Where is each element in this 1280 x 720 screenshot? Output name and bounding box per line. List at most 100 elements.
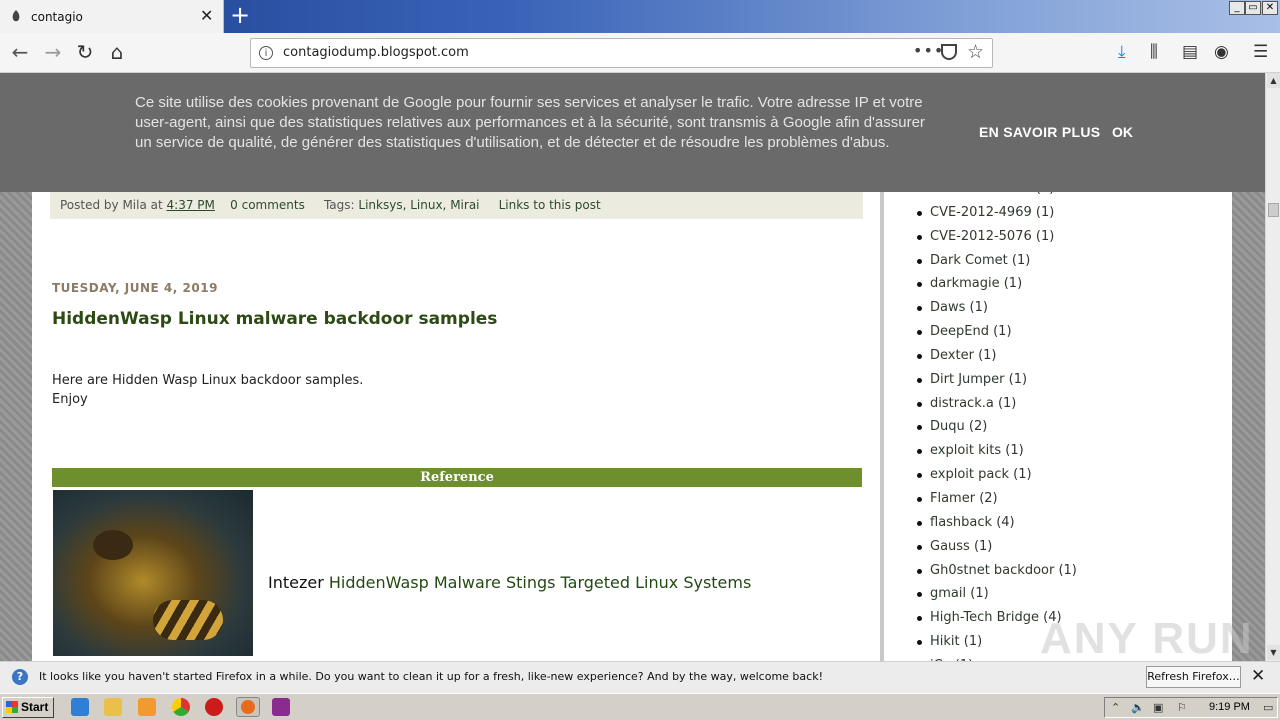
label-item: flashback (4) — [917, 511, 1077, 535]
tray-expand-icon[interactable]: ⌃ — [1111, 701, 1120, 714]
site-info-icon[interactable]: i — [259, 46, 273, 60]
bullet-icon — [917, 353, 922, 359]
label-link[interactable]: Flamer — [930, 491, 975, 506]
bullet-icon — [917, 282, 922, 288]
label-link[interactable]: CVE-2012-4969 — [930, 205, 1032, 220]
opera-icon[interactable] — [205, 698, 223, 716]
cookie-ok-button[interactable]: OK — [1112, 124, 1133, 140]
post-title[interactable]: HiddenWasp Linux malware backdoor sample… — [52, 309, 497, 329]
label-count: (1) — [997, 395, 1017, 411]
windows-logo-icon — [6, 701, 18, 713]
navigation-toolbar: ← → ↻ ⌂ i contagiodump.blogspot.com ••• … — [0, 33, 1280, 73]
tag-link[interactable]: Linksys, — [358, 198, 406, 212]
label-link[interactable]: darkmagie — [930, 276, 1000, 291]
notification-close-icon[interactable]: ✕ — [1251, 666, 1265, 686]
pocket-icon[interactable] — [941, 44, 957, 60]
library-icon[interactable]: ⫼ — [1150, 42, 1158, 62]
label-link[interactable]: Gauss — [930, 539, 970, 554]
reference-header: Reference — [52, 468, 862, 487]
label-link[interactable]: distrack.a — [930, 396, 994, 411]
menu-icon[interactable]: ☰ — [1253, 42, 1268, 62]
label-link[interactable]: Dark Comet — [930, 253, 1008, 268]
explorer-icon[interactable] — [104, 698, 122, 716]
label-link[interactable]: Duqu — [930, 419, 965, 434]
bullet-icon — [917, 592, 922, 598]
volume-icon[interactable]: 🔈 — [1131, 701, 1145, 714]
label-link[interactable]: Gh0stnet backdoor — [930, 563, 1054, 578]
url-bar[interactable]: i contagiodump.blogspot.com ••• ☆ — [250, 38, 993, 68]
back-icon[interactable]: ← — [9, 41, 31, 63]
label-item: Dirt Jumper (1) — [917, 368, 1077, 392]
winrar-icon[interactable] — [272, 698, 290, 716]
sidebar-toggle-icon[interactable]: ▤ — [1182, 42, 1198, 62]
bullet-icon — [917, 425, 922, 431]
tab-close-icon[interactable]: ✕ — [200, 6, 213, 25]
firefox-taskbar-button[interactable] — [236, 697, 260, 717]
bullet-icon — [917, 306, 922, 312]
label-link[interactable]: High-Tech Bridge — [930, 610, 1039, 625]
bullet-icon — [917, 520, 922, 526]
minimize-button[interactable]: _ — [1229, 1, 1245, 15]
reference-link[interactable]: HiddenWasp Malware Stings Targeted Linux… — [329, 573, 751, 592]
label-count: (1) — [1058, 562, 1077, 578]
chrome-icon[interactable] — [172, 698, 190, 716]
cookie-message: Ce site utilise des cookies provenant de… — [135, 94, 925, 151]
start-button[interactable]: Start — [2, 697, 54, 718]
label-link[interactable]: CVE-2012-5076 — [930, 229, 1032, 244]
scroll-down-icon[interactable]: ▼ — [1267, 645, 1280, 660]
media-player-icon[interactable] — [138, 698, 156, 716]
label-link[interactable]: Dexter — [930, 348, 974, 363]
label-count: (1) — [993, 324, 1012, 340]
label-count: (1) — [1008, 371, 1028, 387]
label-item: gmail (1) — [917, 582, 1077, 606]
learn-more-button[interactable]: EN SAVOIR PLUS — [979, 124, 1100, 140]
page-scrollbar[interactable]: ▲ ▼ — [1265, 73, 1280, 661]
labels-list: CVE-2012-4681 (1)CVE-2012-4969 (1)CVE-20… — [917, 177, 1077, 661]
new-tab-button[interactable]: + — [230, 3, 250, 27]
scroll-thumb[interactable] — [1268, 203, 1279, 217]
reference-source: Intezer — [268, 573, 324, 592]
browser-tab[interactable]: contagio ✕ — [0, 0, 224, 33]
label-link[interactable]: exploit kits — [930, 443, 1001, 458]
post-date: TUESDAY, JUNE 4, 2019 — [52, 281, 218, 295]
links-to-post[interactable]: Links to this post — [499, 198, 601, 212]
label-link[interactable]: Hikit — [930, 634, 960, 649]
home-icon[interactable]: ⌂ — [106, 41, 128, 63]
label-item: exploit pack (1) — [917, 463, 1077, 487]
refresh-firefox-button[interactable]: Refresh Firefox… — [1146, 666, 1241, 688]
label-count: (2) — [968, 419, 988, 435]
window-close-button[interactable]: ✕ — [1262, 1, 1278, 15]
label-item: distrack.a (1) — [917, 392, 1077, 416]
label-link[interactable]: exploit pack — [930, 467, 1009, 482]
start-label: Start — [21, 700, 49, 714]
show-desktop-icon[interactable]: ▭ — [1263, 701, 1273, 714]
label-link[interactable]: flashback — [930, 515, 992, 530]
tag-link[interactable]: Mirai — [450, 198, 479, 212]
comments-link[interactable]: 0 comments — [230, 198, 305, 212]
label-count: (1) — [1011, 252, 1031, 268]
bullet-icon — [917, 496, 922, 502]
label-link[interactable]: gmail — [930, 586, 966, 601]
account-icon[interactable]: ◉ — [1214, 42, 1229, 62]
network-icon[interactable]: ▣ — [1153, 701, 1163, 714]
maximize-button[interactable]: ▭ — [1245, 1, 1261, 15]
label-link[interactable]: Dirt Jumper — [930, 372, 1005, 387]
post-time-link[interactable]: 4:37 PM — [167, 198, 215, 212]
forward-icon[interactable]: → — [42, 41, 64, 63]
bullet-icon — [917, 210, 922, 216]
label-item: Duqu (2) — [917, 415, 1077, 439]
notification-text: It looks like you haven't started Firefo… — [39, 670, 823, 683]
downloads-icon[interactable]: ⤓ — [1118, 42, 1126, 62]
posted-by: Posted by Mila at — [60, 198, 163, 212]
label-link[interactable]: Daws — [930, 300, 965, 315]
label-link[interactable]: DeepEnd — [930, 324, 989, 339]
bookmark-star-icon[interactable]: ☆ — [967, 41, 984, 63]
page-actions-icon[interactable]: ••• — [913, 41, 944, 60]
scroll-up-icon[interactable]: ▲ — [1267, 73, 1280, 88]
flag-icon[interactable]: ⚐ — [1177, 701, 1187, 714]
contagio-favicon-icon — [12, 10, 20, 22]
url-text[interactable]: contagiodump.blogspot.com — [283, 45, 469, 60]
reload-icon[interactable]: ↻ — [74, 41, 96, 63]
tag-link[interactable]: Linux, — [410, 198, 446, 212]
ie-icon[interactable] — [71, 698, 89, 716]
